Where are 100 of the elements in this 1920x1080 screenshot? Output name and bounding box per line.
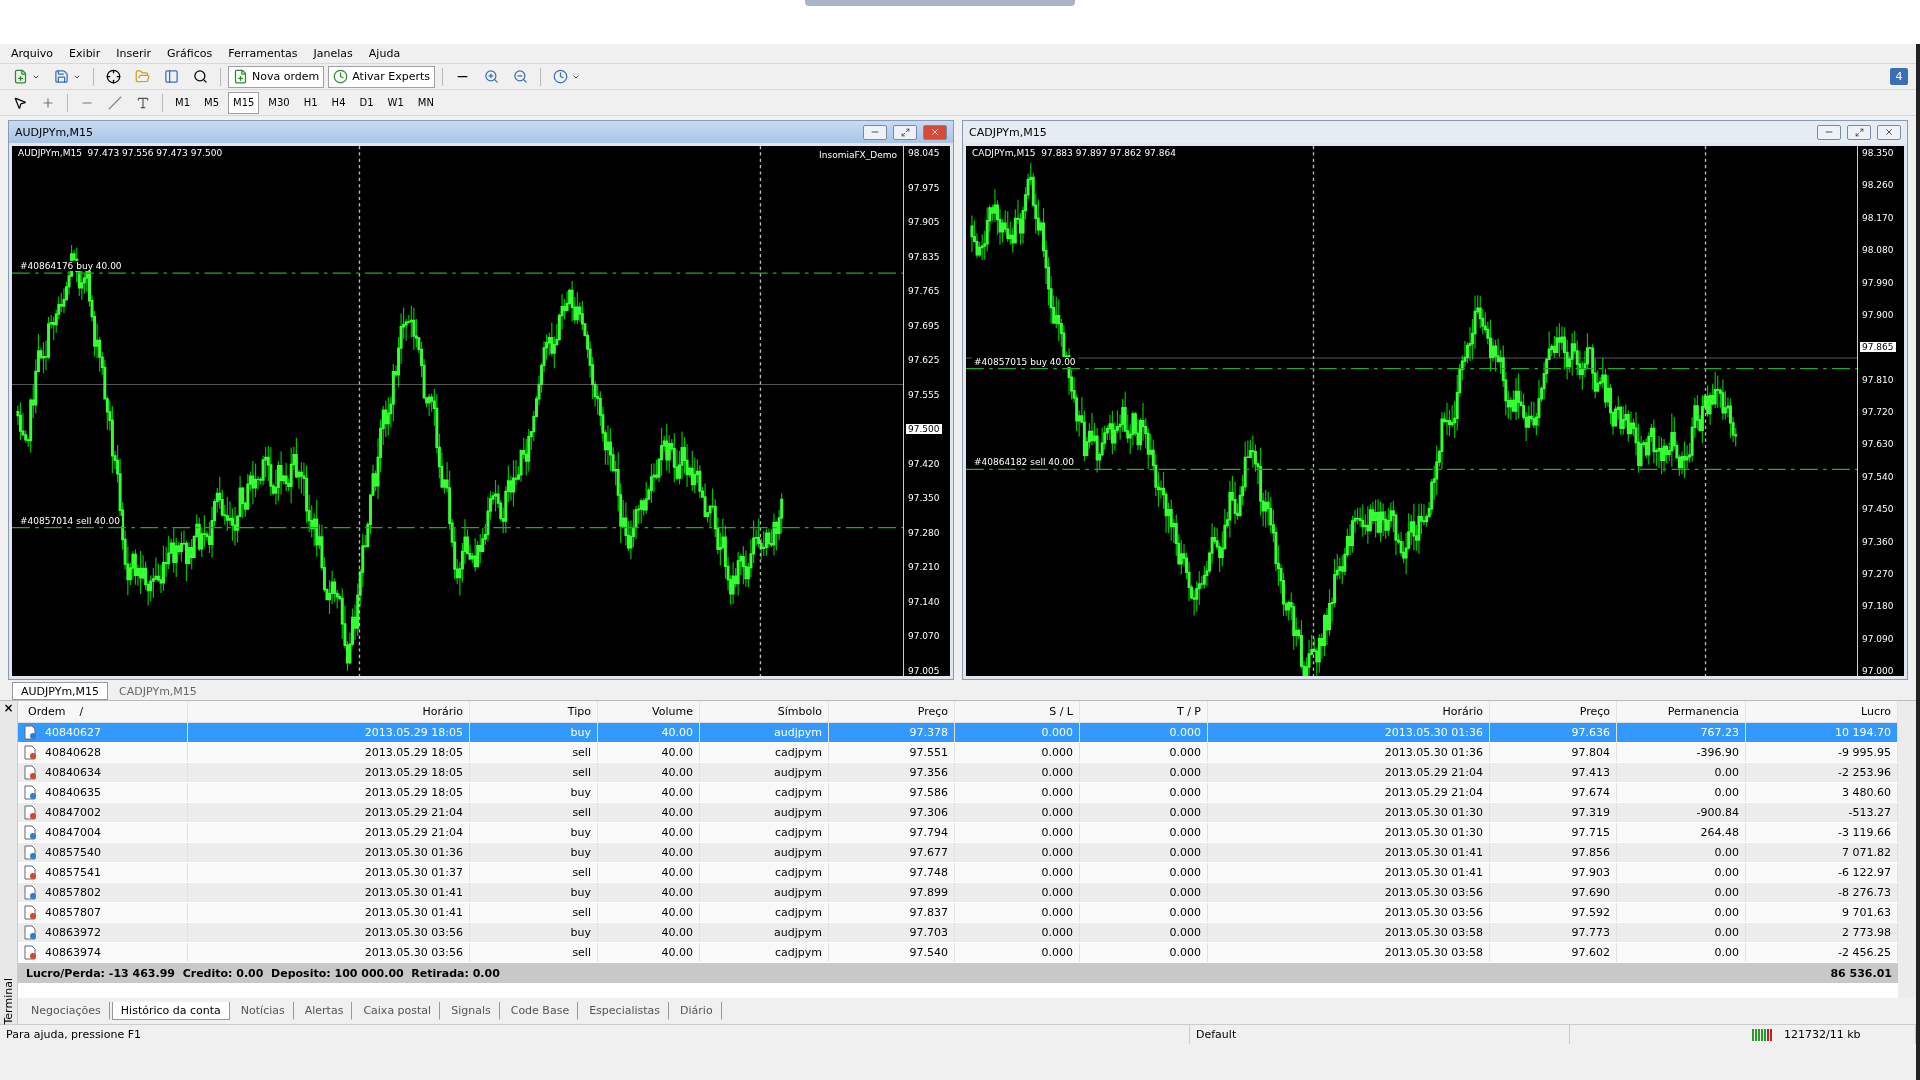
terminal-tab[interactable]: Notícias <box>231 1002 294 1020</box>
order-icon <box>24 825 37 840</box>
table-cell: 0.00 <box>1617 943 1746 962</box>
terminal-tab[interactable]: Signals <box>442 1002 500 1020</box>
table-row[interactable]: 40857540 2013.05.30 01:36 buy 40.00 audjpym 97.677 0.000 0.000 2013.05.30 01:41 97.856 0.00 7 071.82 <box>18 843 1898 863</box>
table-row[interactable]: 40863972 2013.05.30 03:56 buy 40.00 audjpym 97.703 0.000 0.000 2013.05.30 03:58 97.773 0.00 2 773.98 <box>18 923 1898 943</box>
chart-info: AUDJPYm,M15 97.473 97.556 97.473 97.500 <box>18 148 223 158</box>
column-header[interactable]: Símbolo <box>700 701 829 722</box>
table-row[interactable]: 40863974 2013.05.30 03:56 sell 40.00 cadjpym 97.540 0.000 0.000 2013.05.30 03:58 97.602 0.00 -2 456.25 <box>18 943 1898 963</box>
table-cell: 2013.05.30 01:36 <box>188 843 470 862</box>
price-label: 97.540 <box>1861 471 1895 482</box>
menu-item[interactable]: Ajuda <box>361 47 408 60</box>
table-cell: sell <box>470 763 598 782</box>
table-cell: 0.000 <box>1080 743 1208 762</box>
table-cell: 40840628 <box>18 743 188 762</box>
terminal-tab[interactable]: Caixa postal <box>354 1002 441 1020</box>
table-cell: 40863974 <box>18 943 188 962</box>
table-cell: 2013.05.30 01:36 <box>1208 743 1490 762</box>
column-header[interactable]: Tipo <box>470 701 598 722</box>
table-cell: audjpym <box>700 763 829 782</box>
timeframe-button[interactable]: H1 <box>298 91 323 114</box>
notification-badge[interactable]: 4 <box>1890 68 1908 85</box>
new-order-button[interactable]: Nova ordem <box>228 65 325 88</box>
table-cell: 0.000 <box>955 723 1080 742</box>
table-cell: 2013.05.30 03:58 <box>1208 943 1490 962</box>
order-label: #40864176 buy 40.00 <box>18 261 124 272</box>
terminal-title: Terminal <box>2 976 15 1024</box>
menu-item[interactable]: Ferramentas <box>221 47 305 60</box>
terminal-tab[interactable]: Diário <box>671 1002 722 1020</box>
table-cell: 97.899 <box>829 883 955 902</box>
timeframe-button[interactable]: W1 <box>382 91 409 114</box>
table-cell: 2013.05.29 21:04 <box>1208 763 1490 782</box>
menu-item[interactable]: Exibir <box>62 47 108 60</box>
column-header[interactable]: Horário <box>1208 701 1490 722</box>
terminal-tab[interactable]: Alertas <box>295 1002 353 1020</box>
timeframe-button[interactable]: M5 <box>199 91 224 114</box>
table-row[interactable]: 40857541 2013.05.30 01:37 sell 40.00 cadjpym 97.748 0.000 0.000 2013.05.30 01:41 97.903 0.00 -6 122.97 <box>18 863 1898 883</box>
terminal-tab[interactable]: Histórico da conta <box>111 1002 230 1020</box>
table-cell: 2013.05.30 03:56 <box>1208 903 1490 922</box>
table-cell: 0.000 <box>955 743 1080 762</box>
timeframe-button[interactable]: H4 <box>326 91 351 114</box>
menu-item[interactable]: Janelas <box>306 47 360 60</box>
table-cell: 2013.05.29 21:04 <box>188 803 470 822</box>
close-icon[interactable]: × <box>3 701 14 715</box>
table-row[interactable]: 40857802 2013.05.30 01:41 buy 40.00 audjpym 97.899 0.000 0.000 2013.05.30 03:56 97.690 0.00 -8 276.73 <box>18 883 1898 903</box>
column-header[interactable]: S / L <box>955 701 1080 722</box>
table-cell: 2013.05.29 21:04 <box>1208 783 1490 802</box>
table-cell: 0.000 <box>1080 903 1208 922</box>
table-cell: 0.000 <box>1080 883 1208 902</box>
table-row[interactable]: 40847002 2013.05.29 21:04 sell 40.00 audjpym 97.306 0.000 0.000 2013.05.30 01:30 97.319 -900.84 -513.27 <box>18 803 1898 823</box>
table-cell: buy <box>470 823 598 842</box>
chart-title: CADJPYm,M15 <box>969 125 1048 139</box>
timeframe-button[interactable]: D1 <box>354 91 379 114</box>
table-row[interactable]: 40857807 2013.05.30 01:41 sell 40.00 cadjpym 97.837 0.000 0.000 2013.05.30 03:56 97.592 0.00 9 701.63 <box>18 903 1898 923</box>
column-header[interactable]: Horário <box>188 701 470 722</box>
column-header[interactable]: T / P <box>1080 701 1208 722</box>
table-row[interactable]: 40847004 2013.05.29 21:04 buy 40.00 cadjpym 97.794 0.000 0.000 2013.05.30 01:30 97.715 264.48 -3 119.66 <box>18 823 1898 843</box>
chart-tab[interactable]: AUDJPYm,M15 <box>12 682 109 700</box>
timeframe-button[interactable]: M1 <box>170 91 195 114</box>
table-cell: 40840635 <box>18 783 188 802</box>
table-row[interactable]: 40840628 2013.05.29 18:05 sell 40.00 cadjpym 97.551 0.000 0.000 2013.05.30 01:36 97.804 -396.90 -9 995.95 <box>18 743 1898 763</box>
close-button[interactable] <box>1877 124 1901 140</box>
table-cell: 40840634 <box>18 763 188 782</box>
order-icon <box>24 745 37 760</box>
table-cell: 2013.05.30 01:41 <box>1208 843 1490 862</box>
timeframe-button[interactable]: MN <box>412 91 439 114</box>
menu-item[interactable]: Arquivo <box>4 47 61 60</box>
column-header[interactable]: Volume <box>598 701 700 722</box>
minimize-button[interactable] <box>863 124 887 140</box>
table-cell: sell <box>470 903 598 922</box>
chart-tab[interactable]: CADJPYm,M15 <box>110 682 206 700</box>
column-header[interactable]: Preço <box>1490 701 1617 722</box>
table-row[interactable]: 40840635 2013.05.29 18:05 buy 40.00 cadjpym 97.586 0.000 0.000 2013.05.29 21:04 97.674 0.00 3 480.60 <box>18 783 1898 803</box>
maximize-button[interactable] <box>893 124 917 140</box>
timeframe-button[interactable]: M30 <box>263 91 295 114</box>
table-row[interactable]: 40840634 2013.05.29 18:05 sell 40.00 audjpym 97.356 0.000 0.000 2013.05.29 21:04 97.413 0.00 -2 253.96 <box>18 763 1898 783</box>
experts-button[interactable]: Ativar Experts <box>328 65 435 88</box>
price-label: 97.630 <box>1861 439 1895 450</box>
table-cell: 97.748 <box>829 863 955 882</box>
menu-item[interactable]: Inserir <box>109 47 158 60</box>
table-cell: 0.00 <box>1617 903 1746 922</box>
terminal-tab[interactable]: Code Base <box>501 1002 579 1020</box>
menu-item[interactable]: Gráficos <box>160 47 220 60</box>
minimize-button[interactable] <box>1817 124 1841 140</box>
column-header[interactable]: Preço <box>829 701 955 722</box>
column-header[interactable]: Permanencia <box>1617 701 1746 722</box>
price-label: 97.420 <box>907 458 941 469</box>
maximize-button[interactable] <box>1847 124 1871 140</box>
column-header[interactable]: Lucro <box>1746 701 1898 722</box>
price-label: 97.555 <box>907 389 941 400</box>
table-cell: 2013.05.29 18:05 <box>188 743 470 762</box>
table-cell: buy <box>470 783 598 802</box>
close-button[interactable] <box>923 124 947 140</box>
column-header[interactable]: Ordem / <box>18 701 188 722</box>
terminal-tab[interactable]: Especialistas <box>580 1002 670 1020</box>
table-cell: 10 194.70 <box>1746 723 1898 742</box>
timeframe-button[interactable]: M15 <box>228 91 260 114</box>
table-cell: 0.000 <box>955 843 1080 862</box>
table-cell: 0.000 <box>1080 923 1208 942</box>
terminal-tab[interactable]: Negociações <box>22 1002 110 1020</box>
